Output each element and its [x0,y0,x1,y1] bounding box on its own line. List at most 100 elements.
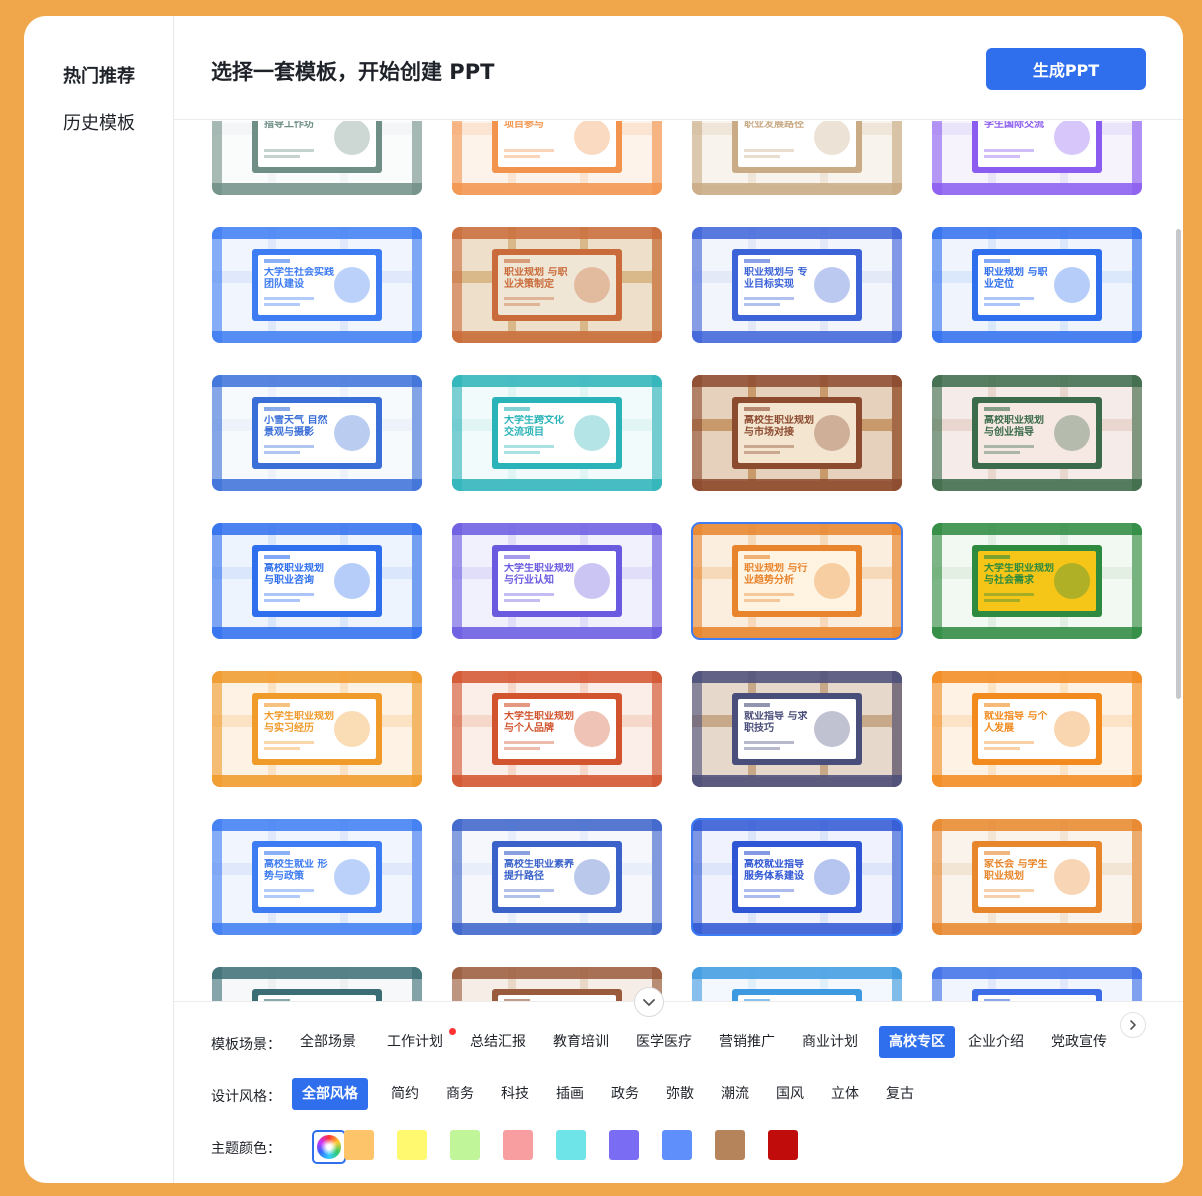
scene-chip[interactable]: 全部场景 [290,1026,366,1058]
scene-chip[interactable]: 企业介绍 [958,1026,1034,1058]
scene-scroll-right-button[interactable] [1120,1012,1146,1038]
template-card[interactable]: 学生国际交流 [932,121,1142,195]
color-swatch[interactable] [662,1130,692,1160]
color-swatch[interactable] [609,1130,639,1160]
color-swatch[interactable] [768,1130,798,1160]
color-swatch[interactable] [715,1130,745,1160]
template-card[interactable]: 大学生职业规划 与行业认知 [452,523,662,639]
template-title: 职业规划 与行业趋势分析 [744,563,808,586]
template-card[interactable]: 高校生就业指导 [932,967,1142,1001]
template-title: 大学生跨文化 交流项目 [504,415,564,438]
sidebar-item-hot[interactable]: 热门推荐 [24,62,174,88]
template-title: 小雪天气 自然景观与摄影 [264,415,328,438]
style-chip[interactable]: 政务 [607,1078,643,1110]
template-card[interactable]: 大学生职业规划 与实习经历 [212,671,422,787]
scene-chip[interactable]: 党政宣传 [1041,1026,1117,1058]
template-card[interactable]: 高校职业规划 与创业指导 [932,375,1142,491]
scene-chip[interactable]: 工作计划 [377,1026,453,1058]
chevron-right-icon [1130,1020,1136,1030]
template-title: 高校生职业素养 提升路径 [504,859,574,882]
template-card[interactable]: 高校职业规划 与职业咨询 [212,523,422,639]
color-label: 主题颜色： [211,1141,281,1157]
style-chip[interactable]: 立体 [827,1078,863,1110]
template-title: 大学生社会实践 团队建设 [264,267,334,290]
template-card[interactable]: 在线视频演示 [212,967,422,1001]
color-swatch[interactable] [450,1130,480,1160]
collapse-filters-button[interactable] [634,987,664,1017]
template-title: 高校生就业 形势与政策 [264,859,328,882]
template-card[interactable]: 大学生跨文化 交流项目 [452,375,662,491]
template-title: 职业规划与 专业目标实现 [744,267,808,290]
template-title: 大学生职业规划 与社会需求 [984,563,1054,586]
scene-chip[interactable]: 高校专区 [879,1026,955,1058]
color-swatch-all[interactable] [312,1130,346,1164]
scrollbar-thumb[interactable] [1176,229,1181,699]
template-card[interactable]: 就业指导 与个人发展 [932,671,1142,787]
style-chip[interactable]: 全部风格 [292,1078,368,1110]
template-card[interactable]: 项目参与 [452,121,662,195]
template-card[interactable]: 就业指导 与求职技巧 [692,671,902,787]
template-card[interactable]: 高校生职业素养 提升路径 [452,819,662,935]
scene-chip[interactable]: 商业计划 [792,1026,868,1058]
style-chip[interactable]: 弥散 [662,1078,698,1110]
generate-ppt-button[interactable]: 生成PPT [986,48,1146,90]
template-card[interactable]: 大学生职业规划 与个人品牌 [452,671,662,787]
header: 选择一套模板，开始创建 PPT 生成PPT [174,16,1183,120]
template-card[interactable]: 高校生职业规划与市场对接 [692,375,902,491]
page-title: 选择一套模板，开始创建 PPT [211,60,495,84]
scene-chip[interactable]: 医学医疗 [626,1026,702,1058]
template-card[interactable]: 职业规划 与行业趋势分析 [691,522,903,640]
scene-label: 模板场景： [211,1037,281,1053]
color-swatch[interactable] [556,1130,586,1160]
template-title: 指导工作坊 [264,121,314,130]
template-title: 就业指导 与求职技巧 [744,711,808,734]
new-badge-dot [449,1028,456,1035]
style-chip[interactable]: 简约 [387,1078,423,1110]
template-card[interactable]: 职业规划 与职业定位 [932,227,1142,343]
style-chip[interactable]: 科技 [497,1078,533,1110]
template-card[interactable]: 职业发展路径 [692,121,902,195]
template-card[interactable]: 大学生职业规划 与社会需求 [932,523,1142,639]
template-title: 高校职业规划 与创业指导 [984,415,1044,438]
template-thumbnail [452,967,662,1001]
template-card[interactable]: 在线视频演示 [452,967,662,1001]
color-swatch[interactable] [397,1130,427,1160]
template-card[interactable]: 职业规划与 专业目标实现 [692,227,902,343]
template-card[interactable]: 小雪天气 自然景观与摄影 [212,375,422,491]
template-thumbnail [212,967,422,1001]
scene-chip[interactable]: 总结汇报 [460,1026,536,1058]
style-chip[interactable]: 商务 [442,1078,478,1110]
style-chip[interactable]: 国风 [772,1078,808,1110]
sidebar-item-history[interactable]: 历史模板 [24,109,174,135]
sidebar: 热门推荐 历史模板 [24,16,174,1183]
scrollbar[interactable] [1176,121,1182,1001]
template-card[interactable]: 指导工作坊 [212,121,422,195]
template-title: 大学生职业规划 与个人品牌 [504,711,574,734]
template-card[interactable]: 职业规划 与职业决策制定 [452,227,662,343]
template-title: 项目参与 [504,121,544,130]
template-title: 职业规划 与职业定位 [984,267,1048,290]
template-thumbnail [692,967,902,1001]
scene-chip[interactable]: 教育培训 [543,1026,619,1058]
template-title: 职业规划 与职业决策制定 [504,267,568,290]
style-chip[interactable]: 插画 [552,1078,588,1110]
template-card[interactable]: 家长会 与学生职业规划 [932,819,1142,935]
template-title: 大学生职业规划 与行业认知 [504,563,574,586]
template-card[interactable]: 高校就业指导 服务体系建设 [691,818,903,936]
template-title: 大学生职业规划 与实习经历 [264,711,334,734]
main-panel: 选择一套模板，开始创建 PPT 生成PPT 指导工作坊 项目参与 职业发展路径 学生国… [174,16,1183,1183]
style-chip[interactable]: 潮流 [717,1078,753,1110]
scene-chip[interactable]: 营销推广 [709,1026,785,1058]
template-card[interactable]: 在线视频演示 [692,967,902,1001]
template-card[interactable]: 高校生就业 形势与政策 [212,819,422,935]
template-thumbnail [932,967,1142,1001]
template-title: 高校职业规划 与职业咨询 [264,563,324,586]
color-swatch[interactable] [503,1130,533,1160]
template-card[interactable]: 大学生社会实践 团队建设 [212,227,422,343]
template-title: 就业指导 与个人发展 [984,711,1048,734]
template-grid-viewport[interactable]: 指导工作坊 项目参与 职业发展路径 学生国际交流大学生社会实践 团队建设 职业规划 与职… [174,121,1183,1001]
style-label: 设计风格： [211,1089,281,1105]
style-chip[interactable]: 复古 [882,1078,918,1110]
color-swatch[interactable] [344,1130,374,1160]
template-title: 高校生职业规划与市场对接 [744,415,814,438]
